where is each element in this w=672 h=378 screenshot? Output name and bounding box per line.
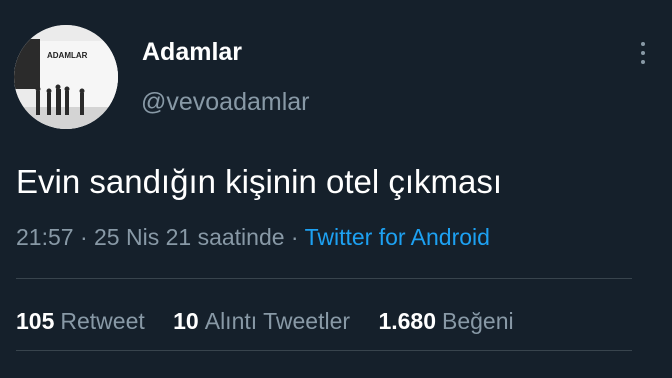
- tweet-text: Evin sandığın kişinin otel çıkması: [16, 163, 503, 200]
- like-count: 1.680: [378, 308, 436, 334]
- avatar[interactable]: ADAMLAR: [14, 25, 118, 129]
- divider-top: [16, 278, 632, 279]
- retweet-label: Retweet: [60, 308, 145, 334]
- tweet-time[interactable]: 21:57: [16, 224, 74, 250]
- retweet-count: 105: [16, 308, 55, 334]
- quote-tweet-stat[interactable]: 10 Alıntı Tweetler: [173, 308, 350, 335]
- tweet-date[interactable]: 25 Nis 21 saatinde: [94, 224, 285, 250]
- meta-separator: ·: [79, 224, 88, 250]
- quote-tweet-label: Alıntı Tweetler: [204, 308, 351, 334]
- author-handle[interactable]: @vevoadamlar: [141, 88, 310, 117]
- divider-bottom: [16, 350, 632, 351]
- tweet-meta: 21:57 · 25 Nis 21 saatinde · Twitter for…: [16, 224, 490, 251]
- retweet-stat[interactable]: 105 Retweet: [16, 308, 145, 335]
- like-stat[interactable]: 1.680 Beğeni: [378, 308, 513, 335]
- tweet-card: ADAMLAR Adamlar @vevoadamlar Evin sandığ…: [0, 0, 672, 378]
- tweet-stats: 105 Retweet 10 Alıntı Tweetler 1.680 Beğeni: [16, 308, 536, 335]
- more-vertical-icon[interactable]: [636, 42, 650, 70]
- avatar-image: ADAMLAR: [14, 25, 118, 129]
- avatar-logo-text: ADAMLAR: [47, 51, 88, 60]
- tweet-source-link[interactable]: Twitter for Android: [305, 224, 490, 250]
- meta-separator-2: ·: [290, 224, 299, 250]
- quote-tweet-count: 10: [173, 308, 199, 334]
- author-name[interactable]: Adamlar: [142, 38, 242, 67]
- like-label: Beğeni: [442, 308, 514, 334]
